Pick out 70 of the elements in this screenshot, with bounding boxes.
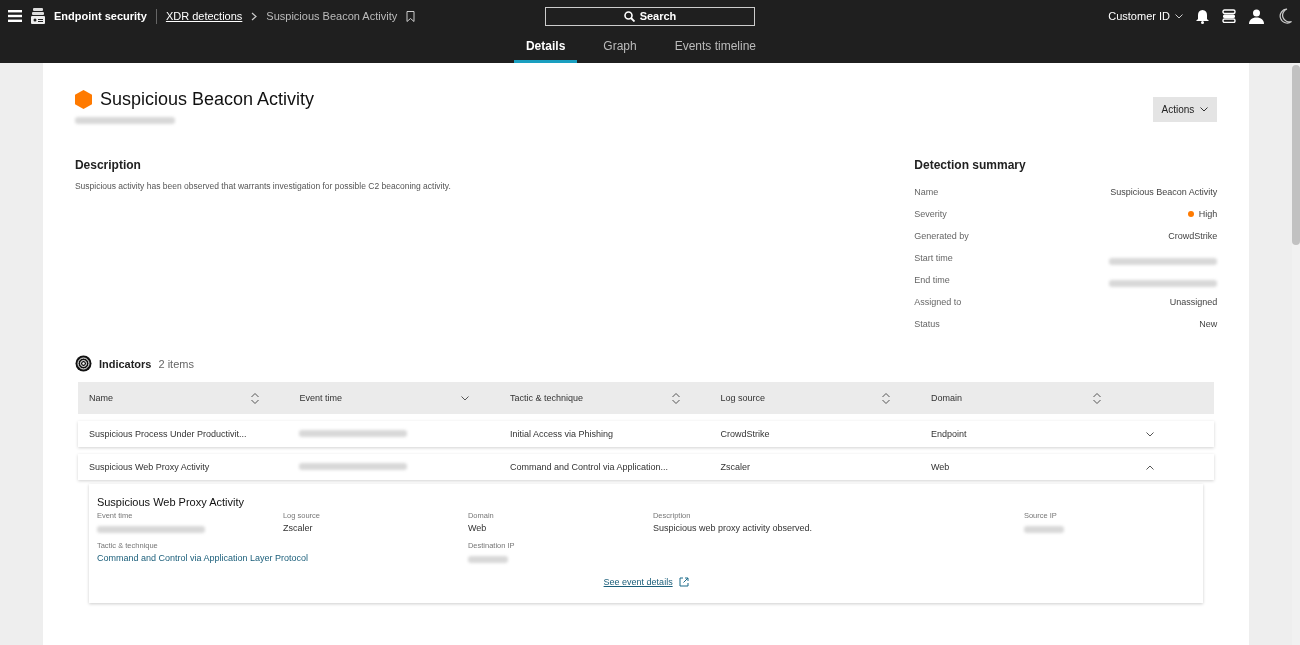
description-text: Suspicious activity has been observed that warrants investigation for possible C2 beaconing activity. [74,181,451,191]
table-cell-text: Command and Control via Application... [509,462,669,472]
field-value: Suspicious Beacon Activity [1110,187,1218,197]
sort-icon [250,392,259,404]
field-value: Web [467,523,487,533]
tab[interactable]: Graph [591,32,649,63]
bell-icon[interactable] [1196,8,1209,24]
sort-descending-icon [461,395,470,401]
breadcrumb-link[interactable]: XDR detections [165,10,243,22]
product-name: Endpoint security [54,10,147,22]
caret-icon [1175,13,1183,19]
field-label: Severity [914,209,947,219]
search-icon [623,10,635,22]
field-value: Zscaler [282,523,313,533]
redacted-value [1023,526,1064,533]
panels-icon[interactable] [1222,9,1236,23]
caret-icon [1200,107,1209,112]
table-cell-text: Suspicious Web Proxy Activity [88,462,211,472]
chevron-up-icon[interactable] [1146,464,1155,470]
detection-title: Suspicious Beacon Activity [99,89,314,110]
sort-icon [1092,392,1101,404]
table-cell-text: Web [930,462,951,472]
severity-hexagon-icon [74,90,92,109]
menu-icon[interactable] [8,10,22,22]
detail-title: Suspicious Web Proxy Activity [96,496,246,508]
column-header[interactable]: Domain [930,392,1101,404]
bookmark-icon[interactable] [406,10,416,22]
indicators-heading: Indicators [98,357,152,370]
radar-icon [74,355,92,372]
table-cell-text: CrowdStrike [720,429,771,439]
field-label: Status [914,319,940,329]
field-label: End time [914,275,950,285]
section-heading: Description [74,158,142,172]
field-value: High [1198,209,1218,219]
user-icon[interactable] [1249,8,1264,24]
item-count: 2 items [158,357,194,370]
tab[interactable]: Events timeline [662,32,769,63]
sort-icon [882,392,891,404]
table-cell-text: Zscaler [720,462,751,472]
field-label: Assigned to [914,297,962,307]
table-row[interactable]: Suspicious Web Proxy Activity Command and Control via Application... Zscaler Web [77,454,1215,480]
field-value: CrowdStrike [1168,231,1218,241]
sort-icon [671,392,680,404]
external-link-icon [678,577,689,587]
column-header[interactable]: Name [88,392,259,404]
table-cell-text: Endpoint [930,429,968,439]
column-header[interactable]: Event time [299,393,470,403]
field-value: Suspicious web proxy activity observed. [652,523,812,533]
redacted-value [467,556,508,563]
see-event-details-link[interactable]: See event details [96,577,1196,587]
table-cell-text: Suspicious Process Under Productivit... [88,429,248,439]
section-heading: Detection summary [914,158,1027,172]
table-cell-text: Initial Access via Phishing [509,429,614,439]
field-label: Name [914,187,939,197]
chevron-right-icon [251,11,258,21]
breadcrumb-current: Suspicious Beacon Activity [266,10,398,22]
field-value: Unassigned [1169,297,1218,307]
column-header[interactable]: Log source [720,392,891,404]
field-label: Generated by [914,231,969,241]
chevron-down-icon[interactable] [1146,431,1155,437]
tactic-link[interactable]: Command and Control via Application Layer Protocol [96,553,308,563]
column-header[interactable]: Tactic & technique [509,392,680,404]
field-value: New [1199,319,1218,329]
search-field[interactable]: Search [545,6,755,26]
moon-icon[interactable] [1277,8,1292,24]
customer-dropdown[interactable]: Customer ID [1108,10,1183,22]
field-label: Start time [914,253,953,263]
actions-button[interactable]: Actions [1152,97,1218,122]
app-icon [31,8,45,24]
table-row[interactable]: Suspicious Process Under Productivit... Initial Access via Phishing CrowdStrike Endpoint [77,421,1215,447]
